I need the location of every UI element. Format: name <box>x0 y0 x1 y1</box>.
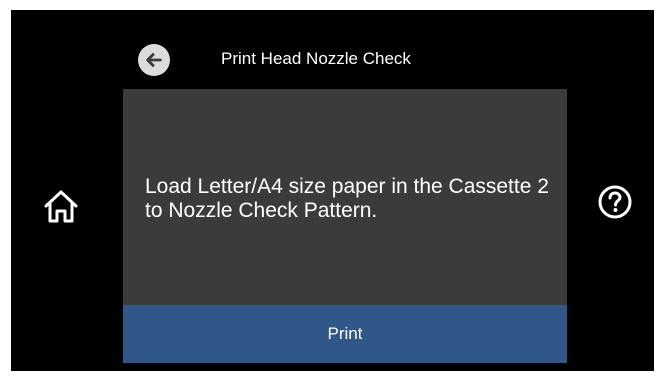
message-dialog: Load Letter/A4 size paper in the Cassett… <box>123 89 567 305</box>
dialog-message: Load Letter/A4 size paper in the Cassett… <box>145 175 549 222</box>
help-icon <box>598 185 632 219</box>
help-button[interactable] <box>595 182 635 222</box>
home-icon <box>44 190 78 223</box>
back-button[interactable] <box>138 44 170 76</box>
home-button[interactable] <box>37 182 85 230</box>
print-button[interactable]: Print <box>123 305 567 363</box>
header-bar: Print Head Nozzle Check <box>11 10 654 88</box>
back-arrow-icon <box>146 53 162 67</box>
page-title: Print Head Nozzle Check <box>221 49 411 68</box>
printer-panel-screen: Print Head Nozzle Check Load Letter/A4 s… <box>11 10 654 371</box>
